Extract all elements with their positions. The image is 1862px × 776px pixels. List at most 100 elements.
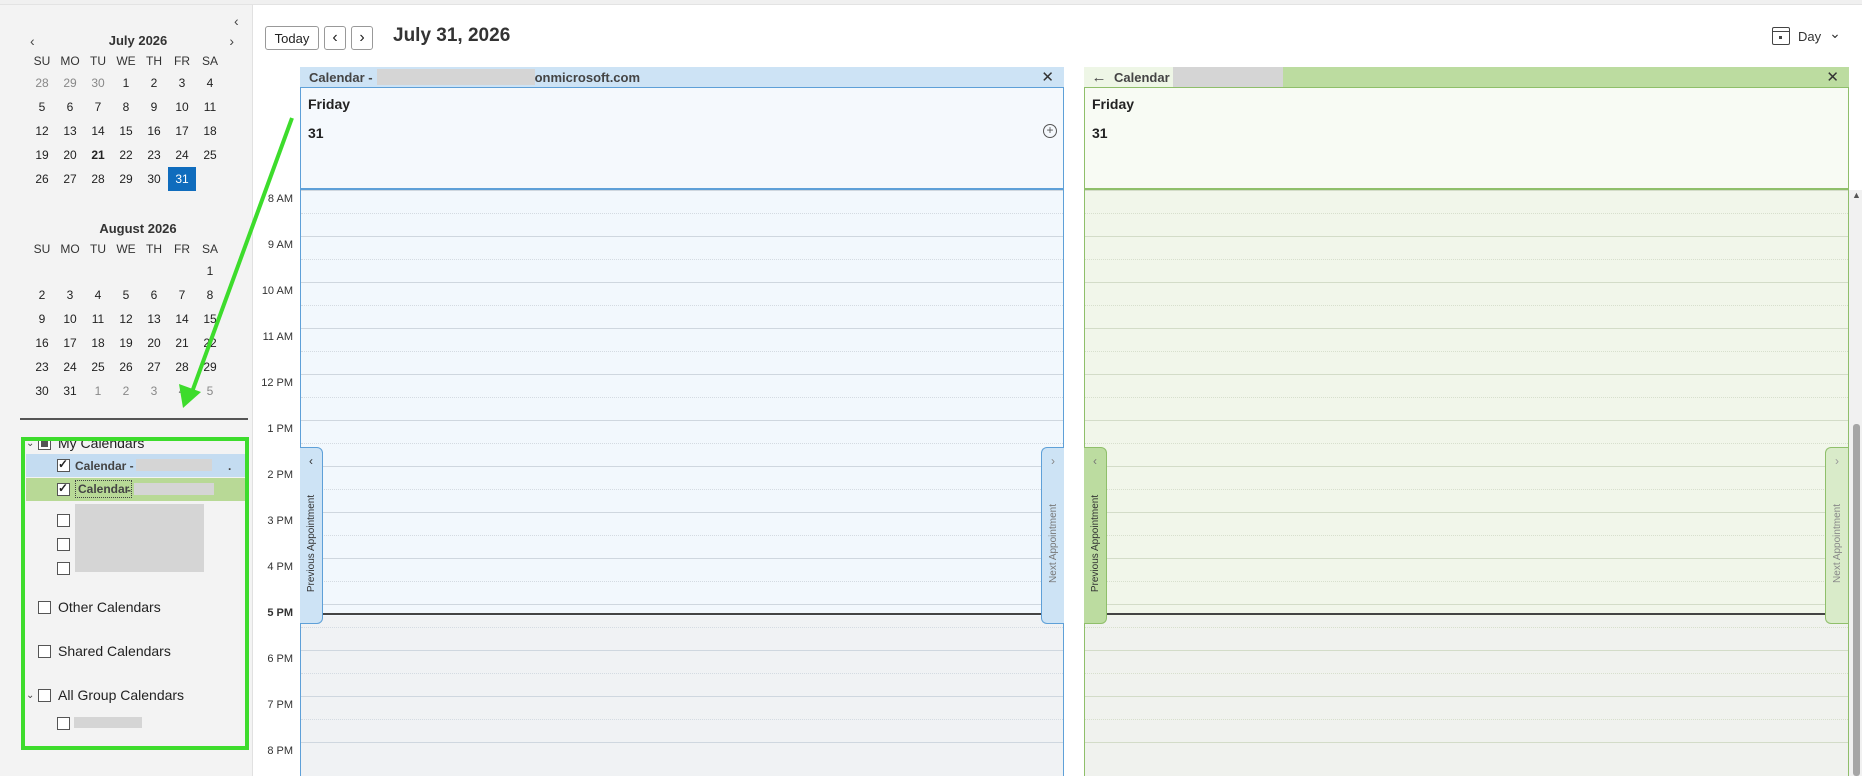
calendar-day[interactable]: 29 <box>56 71 84 95</box>
calendar-day[interactable]: 19 <box>112 331 140 355</box>
calendar-day[interactable]: 8 <box>112 95 140 119</box>
hour-line <box>301 650 1063 651</box>
calendar-day[interactable]: 4 <box>168 379 196 403</box>
calendar-day-today[interactable]: 21 <box>84 143 112 167</box>
weekday-label: MO <box>60 242 80 256</box>
calendar-day[interactable]: 30 <box>140 167 168 191</box>
calendar-day[interactable]: 29 <box>196 355 224 379</box>
calendar-day[interactable]: 1 <box>112 71 140 95</box>
previous-appointment-button[interactable]: ‹ Previous Appointment <box>1084 447 1107 624</box>
calendar-day[interactable]: 2 <box>140 71 168 95</box>
calendar-day[interactable]: 9 <box>28 307 56 331</box>
calendar-day[interactable]: 14 <box>84 119 112 143</box>
calendar-day[interactable]: 19 <box>28 143 56 167</box>
previous-appointment-button[interactable]: ‹ Previous Appointment <box>300 447 323 624</box>
calendar-day[interactable]: 18 <box>196 119 224 143</box>
hour-line <box>301 742 1063 743</box>
time-label: 7 PM <box>267 699 293 711</box>
calendar-day[interactable]: 15 <box>196 307 224 331</box>
calendar-day[interactable]: 20 <box>140 331 168 355</box>
calendar-day[interactable]: 2 <box>112 379 140 403</box>
next-month-icon[interactable]: › <box>229 33 234 49</box>
calendar-day[interactable]: 28 <box>168 355 196 379</box>
calendar-day[interactable]: 22 <box>196 331 224 355</box>
previous-day-button[interactable]: ‹ <box>324 26 346 50</box>
calendar-day[interactable]: 30 <box>84 71 112 95</box>
calendar-day[interactable]: 24 <box>56 355 84 379</box>
calendar-day[interactable]: 4 <box>196 71 224 95</box>
calendar-day[interactable]: 23 <box>140 143 168 167</box>
calendar-day[interactable]: 22 <box>112 143 140 167</box>
calendar-day[interactable]: 13 <box>140 307 168 331</box>
calendar-day[interactable]: 21 <box>168 331 196 355</box>
calendar-day[interactable]: 3 <box>168 71 196 95</box>
hour-line <box>1085 650 1848 651</box>
calendar-day[interactable]: 11 <box>196 95 224 119</box>
calendar-day[interactable]: 6 <box>56 95 84 119</box>
next-day-button[interactable]: › <box>351 26 373 50</box>
close-icon[interactable]: ✕ <box>1041 68 1054 86</box>
calendar-day[interactable]: 6 <box>140 283 168 307</box>
prev-month-icon[interactable]: ‹ <box>30 33 35 49</box>
day-header: Friday 31 + <box>300 87 1064 190</box>
calendar-day[interactable]: 1 <box>84 379 112 403</box>
calendar-day[interactable]: 12 <box>28 119 56 143</box>
calendar-day[interactable]: 12 <box>112 307 140 331</box>
calendar-day-selected[interactable]: 31 <box>168 167 196 191</box>
calendar-day[interactable]: 14 <box>168 307 196 331</box>
scrollbar-thumb[interactable] <box>1853 424 1860 776</box>
calendar-day[interactable]: 7 <box>168 283 196 307</box>
calendar-day[interactable]: 5 <box>28 95 56 119</box>
time-label: 8 AM <box>267 193 293 205</box>
calendar-day[interactable]: 11 <box>84 307 112 331</box>
calendar-day[interactable]: 1 <box>196 259 224 283</box>
collapse-sidebar-icon[interactable]: ‹ <box>234 13 239 29</box>
calendar-day[interactable]: 27 <box>56 167 84 191</box>
calendar-day[interactable]: 17 <box>56 331 84 355</box>
time-grid[interactable] <box>1084 190 1849 776</box>
calendar-day[interactable]: 10 <box>56 307 84 331</box>
calendar-day[interactable]: 5 <box>112 283 140 307</box>
calendar-day[interactable]: 3 <box>140 379 168 403</box>
calendar-day[interactable]: 25 <box>196 143 224 167</box>
calendar-day[interactable]: 27 <box>140 355 168 379</box>
calendar-day[interactable]: 20 <box>56 143 84 167</box>
calendar-day[interactable]: 5 <box>196 379 224 403</box>
arrow-left-icon[interactable]: ← <box>1084 67 1114 87</box>
calendar-pane-primary: Calendar - onmicrosoft.com ✕ Friday 31 + <box>300 67 1064 776</box>
calendar-day[interactable]: 26 <box>112 355 140 379</box>
calendar-day[interactable]: 28 <box>84 167 112 191</box>
calendar-day[interactable]: 3 <box>56 283 84 307</box>
calendar-day[interactable]: 7 <box>84 95 112 119</box>
calendar-day[interactable]: 28 <box>28 71 56 95</box>
calendar-day[interactable]: 29 <box>112 167 140 191</box>
next-appointment-button[interactable]: › Next Appointment <box>1825 447 1848 624</box>
today-button[interactable]: Today <box>265 26 319 50</box>
close-icon[interactable]: ✕ <box>1826 68 1839 86</box>
calendar-day[interactable]: 18 <box>84 331 112 355</box>
calendar-day[interactable]: 16 <box>140 119 168 143</box>
hour-line <box>1085 512 1848 513</box>
calendar-day[interactable]: 25 <box>84 355 112 379</box>
calendar-day[interactable]: 9 <box>140 95 168 119</box>
calendar-day[interactable]: 8 <box>196 283 224 307</box>
calendar-day[interactable]: 24 <box>168 143 196 167</box>
calendar-day[interactable]: 23 <box>28 355 56 379</box>
scroll-up-icon[interactable]: ▲ <box>1852 190 1861 200</box>
view-switcher[interactable]: Day ⌄ <box>1772 25 1841 45</box>
calendar-day[interactable]: 26 <box>28 167 56 191</box>
calendar-day[interactable]: 17 <box>168 119 196 143</box>
time-label: 6 PM <box>267 653 293 665</box>
calendar-day[interactable]: 16 <box>28 331 56 355</box>
calendar-day[interactable]: 13 <box>56 119 84 143</box>
calendar-day[interactable]: 4 <box>84 283 112 307</box>
calendar-day[interactable] <box>196 167 224 191</box>
time-grid[interactable] <box>300 190 1064 776</box>
add-circle-icon[interactable]: + <box>1043 124 1057 138</box>
calendar-day[interactable]: 30 <box>28 379 56 403</box>
next-appointment-button[interactable]: › Next Appointment <box>1041 447 1064 624</box>
calendar-day[interactable]: 15 <box>112 119 140 143</box>
calendar-day[interactable]: 10 <box>168 95 196 119</box>
calendar-day[interactable]: 31 <box>56 379 84 403</box>
calendar-day[interactable]: 2 <box>28 283 56 307</box>
